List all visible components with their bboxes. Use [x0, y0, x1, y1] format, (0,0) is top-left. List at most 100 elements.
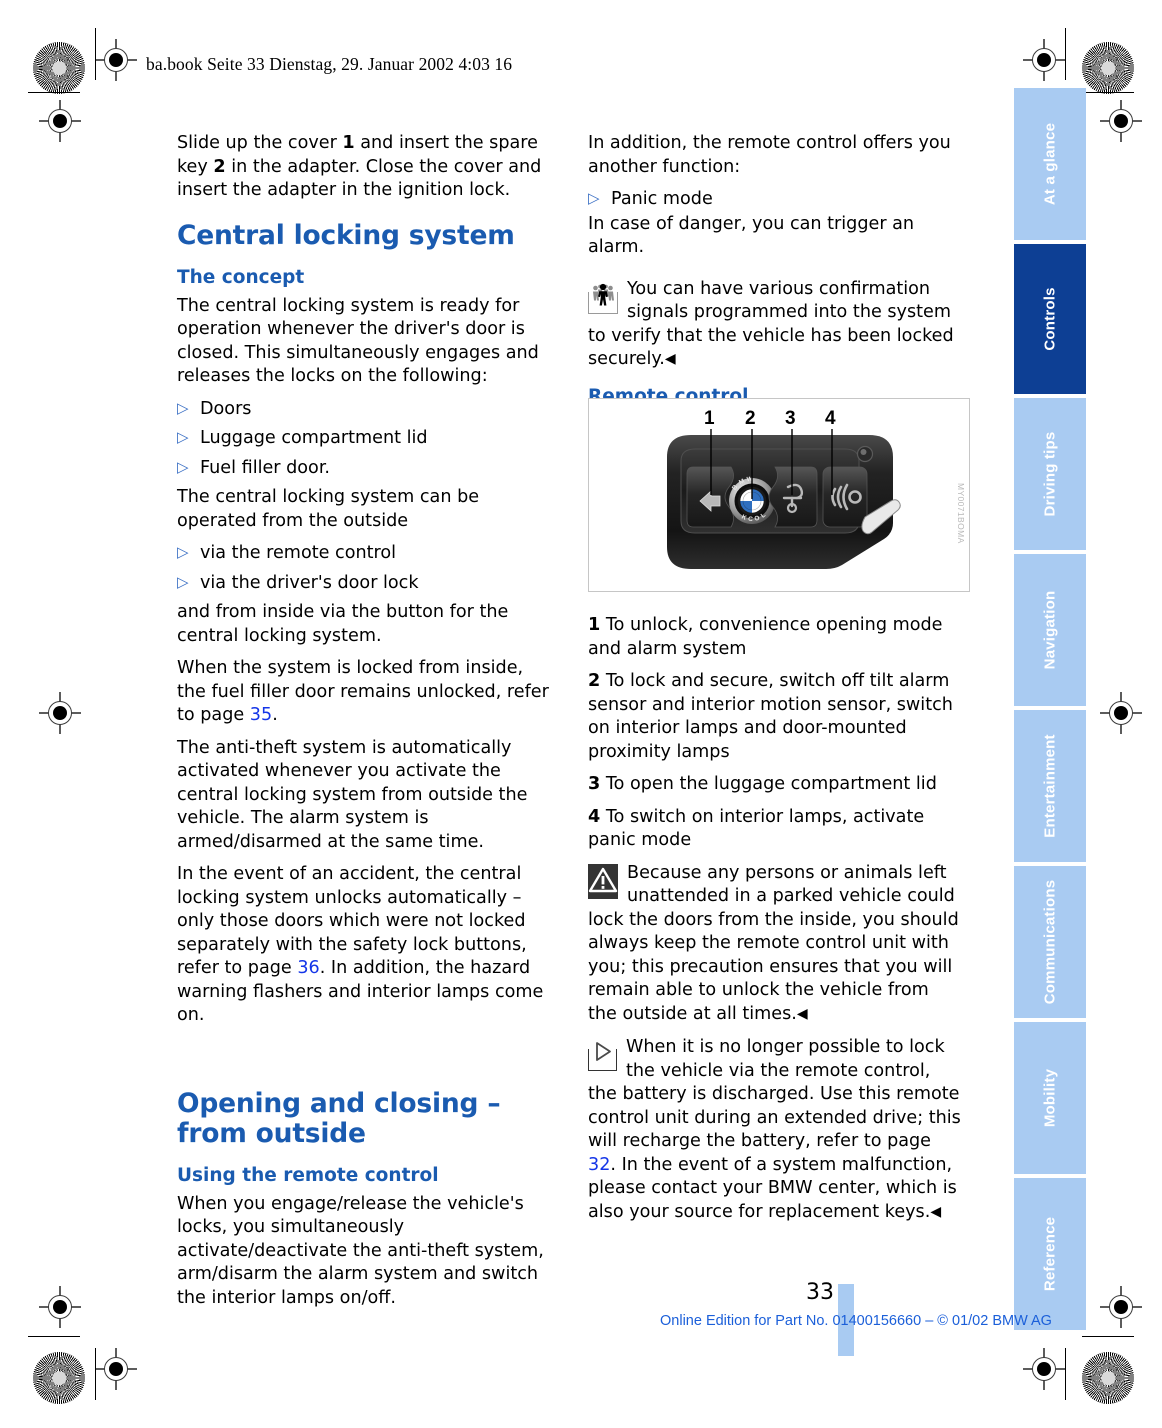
print-starburst-bottomright	[1082, 1352, 1134, 1404]
triangle-bullet-icon: ▷	[588, 189, 600, 207]
sidebar-tab-label: Entertainment	[1041, 734, 1059, 838]
accident-paragraph: In the event of an accident, the central…	[177, 863, 551, 1028]
list-item: ▷ Luggage compartment lid	[177, 427, 551, 451]
remote-control-figure: B M W K C O L 1 2 3 4 MY0071BOMA	[588, 398, 970, 592]
note-end-marker: ◀	[930, 1203, 942, 1220]
fuel-para-pre: When the system is locked from inside, t…	[177, 658, 549, 725]
note-end-marker: ◀	[664, 351, 676, 367]
figure-callout-4: 4	[825, 408, 836, 429]
registration-mark-bottom-left	[95, 1348, 137, 1390]
triangle-bullet-icon: ▷	[177, 457, 189, 476]
figure-callout-3: 3	[785, 408, 796, 429]
trim-line-bottom-left	[95, 1348, 96, 1400]
using-remote-paragraph: When you engage/release the vehicle's lo…	[177, 1193, 544, 1308]
chapter-tab-sidebar: At a glance Controls Driving tips Naviga…	[1014, 88, 1086, 1334]
legend-number: 2	[588, 671, 601, 691]
page-reference-link[interactable]: 32	[588, 1155, 610, 1175]
legend-item: 2 To lock and secure, switch off tilt al…	[588, 670, 962, 764]
operated-from-outside-paragraph: The central locking system can be operat…	[177, 487, 480, 531]
sidebar-tab-label: Controls	[1041, 287, 1059, 351]
triangle-bullet-icon: ▷	[177, 572, 189, 591]
triangle-bullet-icon: ▷	[177, 543, 189, 561]
list-item: ▷ Doors	[177, 398, 551, 422]
sidebar-tab-navigation[interactable]: Navigation	[1014, 554, 1086, 706]
info-triangle-icon	[588, 1038, 617, 1073]
registration-mark-top-left	[95, 39, 137, 81]
list-item: ▷ via the remote control	[177, 542, 551, 566]
occupants-people-icon	[588, 279, 618, 316]
intro-pre: Slide up the cover	[177, 133, 343, 153]
print-starburst-bottomleft	[33, 1352, 85, 1404]
inside-button-paragraph: and from inside via the button for the c…	[177, 602, 509, 646]
right-column-top: In addition, the remote control offers y…	[588, 132, 962, 407]
page-reference-link[interactable]: 35	[250, 705, 272, 725]
addition-paragraph: In addition, the remote control offers y…	[588, 133, 951, 177]
sidebar-tab-driving-tips[interactable]: Driving tips	[1014, 398, 1086, 550]
chapter-title-opening-closing: Opening and closing – from outside	[177, 1087, 501, 1149]
section-heading-the-concept: The concept	[177, 266, 305, 288]
figure-callout-1: 1	[704, 408, 715, 429]
trim-line-top-right	[1065, 28, 1066, 80]
sidebar-tab-communications[interactable]: Communications	[1014, 866, 1086, 1018]
registration-mark-left-lower	[39, 1286, 81, 1328]
triangle-bullet-icon: ▷	[177, 398, 189, 417]
fuel-filler-paragraph: When the system is locked from inside, t…	[177, 657, 551, 728]
sidebar-tab-controls[interactable]: Controls	[1014, 244, 1086, 394]
page-reference-link[interactable]: 36	[297, 958, 319, 978]
online-edition-footer: Online Edition for Part No. 01400156660 …	[660, 1313, 1052, 1329]
legend-number: 1	[588, 615, 601, 635]
figure-callout-2: 2	[745, 408, 756, 429]
list-item-label: Doors	[200, 398, 252, 419]
list-item: ▷ Panic mode	[588, 188, 962, 212]
figure-image-code: MY0071BOMA	[956, 483, 966, 544]
right-column-bottom: 1 To unlock, convenience opening mode an…	[588, 614, 962, 1234]
trim-line-right-lower	[1082, 1336, 1134, 1337]
list-item: ▷ Fuel filler door.	[177, 457, 551, 481]
intro-ref-2: 2	[213, 156, 226, 177]
list-item-label: via the remote control	[200, 543, 397, 563]
legend-number: 3	[588, 774, 601, 794]
panic-paragraph: In case of danger, you can trigger an al…	[588, 213, 915, 258]
battery-note-pre: When it is no longer possible to lock th…	[588, 1037, 961, 1151]
registration-mark-bottom-right	[1023, 1348, 1065, 1390]
print-starburst-topleft	[33, 42, 85, 94]
legend-text: To switch on interior lamps, activate pa…	[588, 806, 925, 851]
list-item-label: Panic mode	[611, 189, 713, 209]
battery-note-post: . In the event of a system malfunction, …	[588, 1154, 957, 1222]
legend-text: To unlock, convenience opening mode and …	[588, 615, 943, 659]
note-end-marker: ◀	[796, 1005, 808, 1022]
registration-mark-right-lower	[1100, 1286, 1142, 1328]
antitheft-paragraph: The anti-theft system is automatically a…	[177, 737, 528, 852]
sidebar-tab-label: Driving tips	[1041, 431, 1059, 517]
list-item: ▷ via the driver's door lock	[177, 572, 551, 596]
registration-mark-right-upper	[1100, 100, 1142, 142]
confirmation-note-text: You can have various confirmation signal…	[588, 278, 954, 370]
legend-text: To open the luggage compartment lid	[605, 774, 937, 794]
confirmation-signals-note: You can have various confirmation signal…	[588, 278, 962, 372]
trim-line-bottom-right	[1065, 1348, 1066, 1400]
intro-ref-1: 1	[342, 133, 355, 153]
list-item-label: Luggage compartment lid	[200, 428, 428, 448]
legend-number: 4	[588, 806, 601, 827]
sidebar-tab-label: Navigation	[1041, 590, 1059, 670]
list-item-label: Fuel filler door.	[200, 457, 331, 478]
page-number: 33	[806, 1280, 834, 1305]
warning-note: Because any persons or animals left unat…	[588, 862, 962, 1027]
trim-line-left-lower	[28, 1336, 80, 1337]
sidebar-tab-reference[interactable]: Reference	[1014, 1178, 1086, 1330]
sidebar-tab-entertainment[interactable]: Entertainment	[1014, 710, 1086, 862]
trim-line-left	[28, 92, 80, 93]
registration-mark-top-right	[1023, 39, 1065, 81]
legend-item: 4 To switch on interior lamps, activate …	[588, 806, 962, 853]
section-heading-using-remote: Using the remote control	[177, 1164, 439, 1186]
warning-triangle-icon	[588, 863, 618, 902]
registration-mark-left-upper	[39, 100, 81, 142]
sidebar-tab-label: Mobility	[1041, 1068, 1059, 1128]
legend-item: 3 To open the luggage compartment lid	[588, 773, 962, 797]
sidebar-tab-at-a-glance[interactable]: At a glance	[1014, 88, 1086, 240]
note-spacer	[588, 269, 962, 278]
sidebar-tab-label: At a glance	[1041, 122, 1059, 206]
fuel-para-post: .	[272, 705, 278, 725]
sidebar-tab-mobility[interactable]: Mobility	[1014, 1022, 1086, 1174]
trim-line-top	[95, 28, 96, 80]
